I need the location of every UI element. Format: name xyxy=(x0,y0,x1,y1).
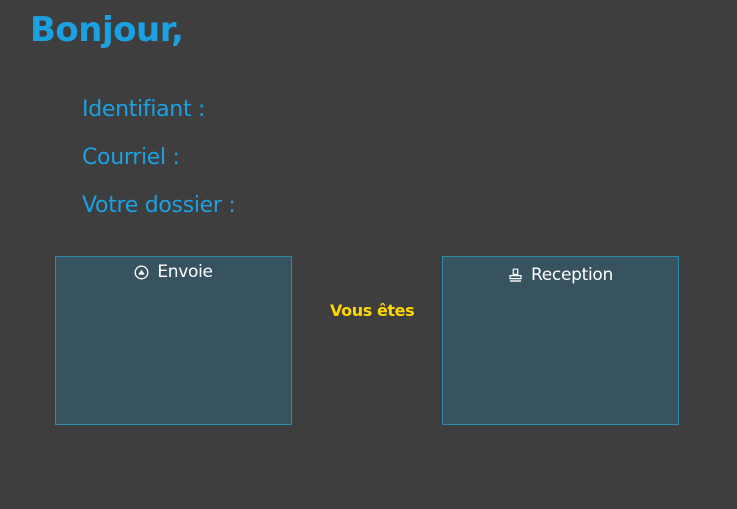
send-panel-label: Envoie xyxy=(157,262,213,282)
receive-panel-label: Reception xyxy=(531,265,613,285)
inbox-stamp-icon xyxy=(508,268,523,283)
email-label: Courriel : xyxy=(82,145,180,170)
receive-panel[interactable]: Reception xyxy=(442,256,679,425)
greeting-title: Bonjour, xyxy=(30,10,184,50)
send-panel-header[interactable]: Envoie xyxy=(56,262,291,282)
status-text: Vous êtes xyxy=(330,301,415,320)
user-info-list: Identifiant : Courriel : Votre dossier : xyxy=(82,94,236,238)
identifier-label: Identifiant : xyxy=(82,97,206,122)
folder-label: Votre dossier : xyxy=(82,193,236,218)
upload-arrow-circle-icon xyxy=(134,265,149,280)
receive-panel-header[interactable]: Reception xyxy=(443,265,678,285)
send-panel[interactable]: Envoie xyxy=(55,256,292,425)
